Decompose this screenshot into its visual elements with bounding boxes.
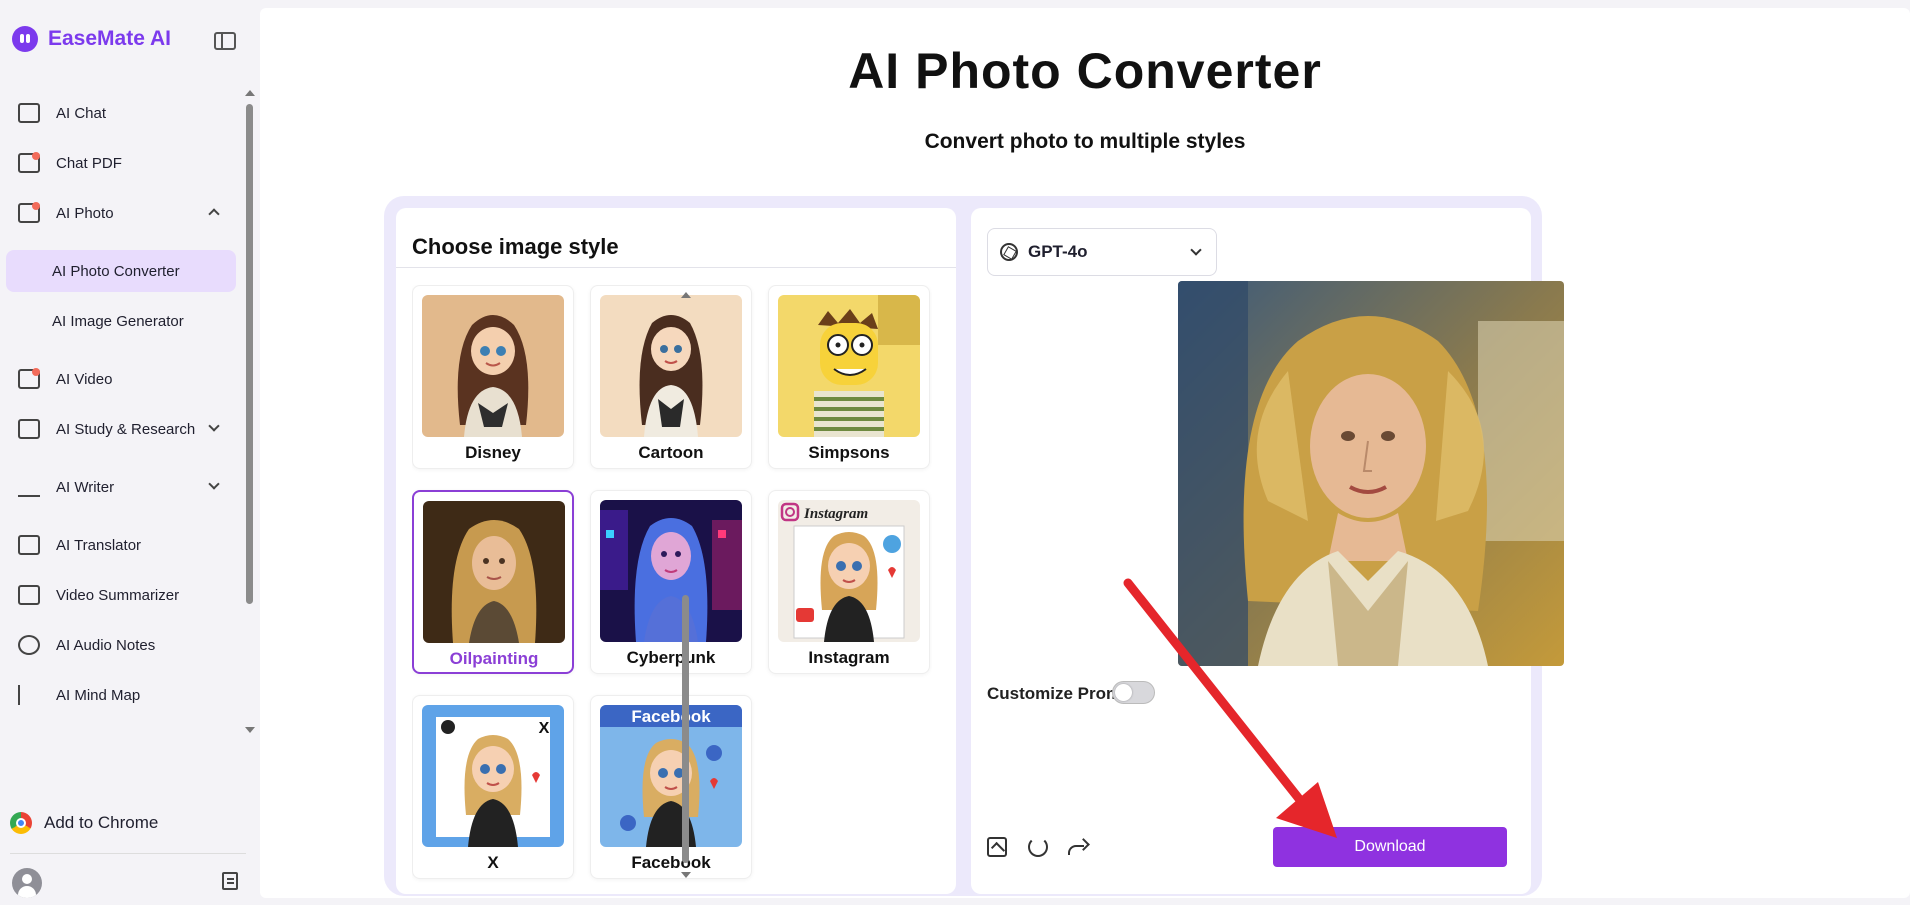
style-label: Oilpainting <box>449 649 539 668</box>
sidebar-item-video-summarizer[interactable]: Video Summarizer <box>6 574 236 616</box>
chevron-down-icon <box>208 478 220 490</box>
chevron-down-icon <box>208 420 220 432</box>
share-icon[interactable] <box>1067 837 1087 857</box>
style-card-instagram[interactable]: Instagram Instagram <box>768 490 930 674</box>
model-select[interactable]: GPT-4o <box>987 228 1217 276</box>
openai-icon <box>1000 243 1018 261</box>
result-panel: GPT-4o Customize Prompt Download <box>971 208 1564 894</box>
model-select-value: GPT-4o <box>1028 242 1088 261</box>
style-label: Facebook <box>631 853 711 872</box>
style-scrollbar[interactable] <box>682 595 689 863</box>
sidebar-item-ai-photo-converter[interactable]: AI Photo Converter <box>6 250 236 292</box>
sidebar-item-ai-mind-map[interactable]: AI Mind Map <box>6 674 236 716</box>
photo-icon <box>18 202 40 223</box>
style-label: Cyberpunk <box>626 648 716 667</box>
sidebar-item-ai-image-generator[interactable]: AI Image Generator <box>6 300 236 342</box>
sidebar-item-label: AI Translator <box>56 536 142 554</box>
style-panel: Choose image style Disney Cartoon Simpso… <box>396 208 956 894</box>
sidebar-item-label: Video Summarizer <box>56 586 180 604</box>
style-card-cartoon[interactable]: Cartoon <box>590 285 752 469</box>
instagram-thumbnail: Instagram <box>778 500 920 642</box>
facebook-thumb-text: Facebook <box>631 707 711 726</box>
sidebar-item-label: AI Audio Notes <box>56 636 156 654</box>
video-icon <box>18 368 40 389</box>
chevron-up-icon <box>208 208 220 220</box>
sidebar-item-label: AI Study & Research <box>56 420 196 438</box>
sidebar-item-ai-video[interactable]: AI Video <box>6 358 236 400</box>
brand-name: EaseMate AI <box>48 27 171 50</box>
sidebar-item-label: AI Photo <box>56 204 114 222</box>
chrome-icon <box>10 812 32 834</box>
sidebar-scrollbar[interactable] <box>246 104 253 604</box>
add-to-chrome-label: Add to Chrome <box>44 813 159 832</box>
result-image <box>1178 281 1564 666</box>
style-label: Instagram <box>808 648 890 667</box>
style-card-disney[interactable]: Disney <box>412 285 574 469</box>
pdf-icon <box>18 152 40 173</box>
chat-icon <box>18 103 40 123</box>
sidebar-scroll-up[interactable] <box>245 90 255 96</box>
sidebar-item-ai-audio-notes[interactable]: AI Audio Notes <box>6 624 236 666</box>
style-grid: Disney Cartoon Simpsons Oilpainting Cybe… <box>412 285 932 894</box>
main-content: AI Photo Converter Convert photo to mult… <box>260 8 1910 898</box>
easemate-logo-icon <box>12 26 38 52</box>
style-label: X <box>487 853 499 872</box>
sidebar-item-ai-chat[interactable]: AI Chat <box>6 92 236 134</box>
sidebar-item-label: Chat PDF <box>56 154 122 172</box>
style-scroll-down[interactable] <box>681 872 691 878</box>
sidebar-item-label: AI Writer <box>56 478 115 496</box>
style-label: Cartoon <box>638 443 704 462</box>
simpsons-thumbnail <box>778 295 920 437</box>
page-title: AI Photo Converter <box>848 43 1322 99</box>
add-to-chrome-button[interactable]: Add to Chrome <box>10 812 158 834</box>
x-thumbnail: X <box>422 705 564 847</box>
video-summary-icon <box>18 585 40 605</box>
style-label: Simpsons <box>808 443 890 462</box>
cartoon-thumbnail <box>600 295 742 437</box>
sidebar-item-chat-pdf[interactable]: Chat PDF <box>6 142 236 184</box>
add-image-icon[interactable] <box>987 837 1007 857</box>
style-card-oilpainting[interactable]: Oilpainting <box>412 490 574 674</box>
audio-icon <box>18 635 40 655</box>
sidebar-collapse-icon[interactable] <box>214 32 236 50</box>
disney-thumbnail <box>422 295 564 437</box>
x-thumb-text: X <box>539 720 550 737</box>
sidebar-item-label: AI Video <box>56 370 113 388</box>
facebook-thumbnail: Facebook <box>600 705 742 847</box>
translate-icon <box>18 535 40 555</box>
style-scroll-up[interactable] <box>681 292 691 298</box>
study-icon <box>18 419 40 439</box>
sidebar-item-ai-translator[interactable]: AI Translator <box>6 524 236 566</box>
oilpainting-thumbnail <box>423 501 565 643</box>
brand[interactable]: EaseMate AI <box>12 26 171 52</box>
style-panel-title: Choose image style <box>412 234 619 259</box>
sidebar-item-ai-writer[interactable]: AI Writer <box>6 466 236 508</box>
cyberpunk-thumbnail <box>600 500 742 642</box>
notes-icon[interactable] <box>222 872 238 890</box>
instagram-thumb-text: Instagram <box>803 506 868 522</box>
sidebar-scroll-down[interactable] <box>245 727 255 733</box>
sidebar-item-label: AI Chat <box>56 104 107 122</box>
sidebar-item-label: AI Mind Map <box>56 686 141 704</box>
style-card-simpsons[interactable]: Simpsons <box>768 285 930 469</box>
chevron-down-icon <box>1190 244 1202 256</box>
style-card-cyberpunk[interactable]: Cyberpunk <box>590 490 752 674</box>
sidebar-item-label: AI Image Generator <box>52 312 184 330</box>
page-subtitle: Convert photo to multiple styles <box>924 130 1246 153</box>
writer-icon <box>18 477 40 497</box>
sidebar-item-ai-study-research[interactable]: AI Study & Research <box>6 408 236 450</box>
sidebar: EaseMate AI AI Chat Chat PDF AI Photo AI… <box>0 0 258 905</box>
style-label: Disney <box>465 443 521 462</box>
divider <box>396 267 956 268</box>
refresh-icon[interactable] <box>1028 837 1048 857</box>
customize-prompt-toggle[interactable] <box>1112 681 1155 704</box>
sidebar-item-label: AI Photo Converter <box>52 262 180 280</box>
avatar[interactable] <box>12 868 42 898</box>
style-card-x[interactable]: X X <box>412 695 574 879</box>
mindmap-icon <box>18 685 40 705</box>
sidebar-divider <box>10 853 246 854</box>
sidebar-item-ai-photo[interactable]: AI Photo <box>6 192 236 234</box>
style-card-facebook[interactable]: Facebook Facebook <box>590 695 752 879</box>
download-button[interactable]: Download <box>1273 827 1507 867</box>
